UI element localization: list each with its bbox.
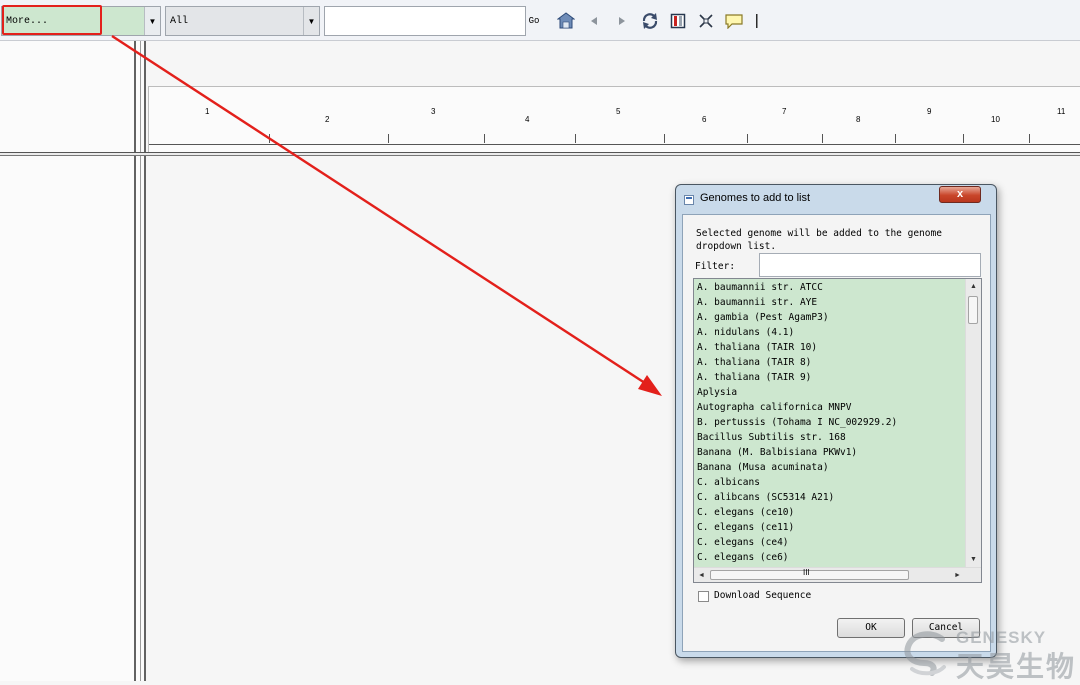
chevron-down-icon[interactable]: ▼ — [303, 7, 319, 35]
genome-list-item[interactable]: A. gambia (Pest AgamP3) — [697, 310, 829, 325]
vertical-scrollbar[interactable]: ▲ ▼ — [965, 279, 981, 567]
chromosome-dropdown[interactable]: All ▼ — [165, 6, 320, 36]
ruler-tick — [747, 134, 748, 143]
ruler-label: 2 — [325, 115, 330, 124]
ruler-label: 5 — [616, 107, 621, 116]
ruler-label: 7 — [782, 107, 787, 116]
annotation-highlight-box — [2, 5, 102, 35]
genome-list-item[interactable]: Bacillus Subtilis str. 168 — [697, 430, 846, 445]
genome-list-item[interactable]: A. baumannii str. ATCC — [697, 280, 823, 295]
home-icon[interactable] — [556, 11, 576, 31]
popup-text-behavior-icon[interactable] — [724, 11, 744, 31]
download-sequence-checkbox[interactable] — [698, 591, 709, 602]
ruler-tick — [963, 134, 964, 143]
scroll-grip: III — [803, 568, 810, 577]
dialog-titlebar[interactable]: Genomes to add to list x — [676, 185, 996, 211]
ruler-label: 4 — [525, 115, 530, 124]
filter-label: Filter: — [695, 261, 736, 272]
genome-list-item[interactable]: Banana (Musa acuminata) — [697, 460, 829, 475]
ruler-label: 9 — [927, 107, 932, 116]
ruler-label: 11 — [1057, 107, 1066, 116]
ruler-tick — [822, 134, 823, 143]
ruler-track: 1 2 3 4 5 6 7 8 9 10 11 — [148, 86, 1080, 153]
genome-list-item[interactable]: Aplysia — [697, 385, 737, 400]
ruler-label: 1 — [205, 107, 210, 116]
scroll-thumb[interactable]: III — [710, 568, 909, 580]
genome-list[interactable]: A. baumannii str. ATCC A. baumannii str. … — [693, 278, 982, 583]
ruler-tick — [484, 134, 485, 143]
ruler-tick — [895, 134, 896, 143]
genome-list-item[interactable]: B. pertussis (Tohama I NC_002929.2) — [697, 415, 897, 430]
ruler-label: 10 — [991, 115, 1000, 124]
genome-list-item[interactable]: A. nidulans (4.1) — [697, 325, 794, 340]
scroll-up-icon[interactable]: ▲ — [966, 279, 981, 294]
ok-button[interactable]: OK — [837, 618, 905, 638]
ruler-baseline — [149, 144, 1080, 145]
refresh-icon[interactable] — [640, 11, 660, 31]
track-name-panel — [0, 41, 134, 681]
ruler-tick — [575, 134, 576, 143]
scroll-left-icon[interactable]: ◄ — [694, 568, 709, 582]
dialog-content: Selected genome will be added to the gen… — [682, 214, 991, 652]
scroll-down-icon[interactable]: ▼ — [966, 552, 981, 567]
region-navigator-icon[interactable] — [668, 11, 688, 31]
dialog-message: Selected genome will be added to the gen… — [696, 228, 942, 252]
ruler-label: 6 — [702, 115, 707, 124]
watermark: GENESKY 天昊生物 — [902, 625, 1080, 682]
filter-input[interactable] — [759, 253, 981, 277]
genome-list-item[interactable]: C. elegans (ce11) — [697, 520, 794, 535]
genome-list-item[interactable]: C. elegans (ce6) — [697, 550, 789, 565]
genome-list-item[interactable]: C. alibcans (SC5314 A21) — [697, 490, 834, 505]
ruler-label: 8 — [856, 115, 861, 124]
close-icon[interactable]: x — [939, 186, 981, 203]
back-arrow-icon[interactable] — [584, 11, 604, 31]
dialog-title: Genomes to add to list — [700, 192, 811, 204]
genome-list-item[interactable]: A. thaliana (TAIR 10) — [697, 340, 817, 355]
genome-list-item[interactable]: Autographa californica MNPV — [697, 400, 851, 415]
genome-list-items: A. baumannii str. ATCC A. baumannii str. … — [694, 280, 966, 568]
ruler-tick — [269, 134, 270, 143]
go-button[interactable]: Go — [527, 12, 541, 30]
forward-arrow-icon[interactable] — [612, 11, 632, 31]
genome-list-item[interactable]: C. elegans (ce10) — [697, 505, 794, 520]
toolbar: More... ▼ All ▼ Go — [0, 0, 1080, 41]
watermark-chinese: 天昊生物 — [956, 651, 1077, 682]
window-app-icon — [684, 195, 694, 205]
genome-list-item[interactable]: A. baumannii str. AYE — [697, 295, 817, 310]
chevron-down-icon[interactable]: ▼ — [144, 7, 160, 35]
download-sequence-label: Download Sequence — [714, 590, 812, 601]
genome-list-item[interactable]: C. elegans (ce4) — [697, 535, 789, 550]
genesky-logo-icon — [904, 631, 946, 676]
horizontal-scrollbar[interactable]: ◄ III ► — [694, 567, 981, 582]
genomes-dialog: Genomes to add to list x Selected genome… — [675, 184, 997, 658]
ruler-tick — [664, 134, 665, 143]
genome-list-item[interactable]: A. thaliana (TAIR 8) — [697, 355, 811, 370]
ruler-tick — [388, 134, 389, 143]
scroll-thumb[interactable] — [968, 296, 978, 324]
locus-search-input[interactable] — [324, 6, 526, 36]
resize-fit-icon[interactable] — [696, 11, 716, 31]
genome-list-item[interactable]: A. thaliana (TAIR 9) — [697, 370, 811, 385]
ruler-label: 3 — [431, 107, 436, 116]
toolbar-separator — [752, 11, 762, 31]
genome-list-item[interactable]: Banana (M. Balbisiana PKWv1) — [697, 445, 857, 460]
ruler-tick — [1029, 134, 1030, 143]
scroll-right-icon[interactable]: ► — [950, 568, 965, 582]
genome-list-item[interactable]: C. albicans — [697, 475, 760, 490]
panel-divider[interactable] — [134, 41, 146, 681]
chromosome-dropdown-value: All — [170, 16, 189, 27]
